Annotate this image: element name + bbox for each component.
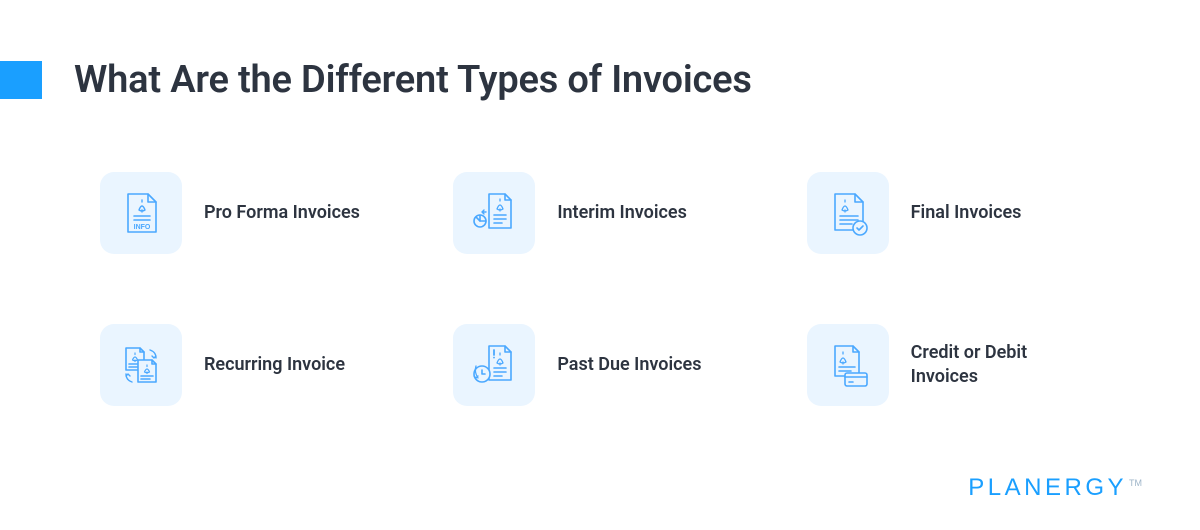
accent-bar [0,61,42,99]
invoice-clock-icon [453,324,535,406]
item-label: Pro Forma Invoices [204,201,360,225]
invoice-check-icon [807,172,889,254]
item-final: Final Invoices [807,172,1100,254]
brand-logo: PLANERGYTM [968,474,1142,502]
invoice-cycle-icon [100,324,182,406]
item-label: Credit or Debit Invoices [911,341,1071,390]
item-interim: Interim Invoices [453,172,746,254]
page-title: What Are the Different Types of Invoices [74,58,752,102]
item-past-due: Past Due Invoices [453,324,746,406]
invoice-card-icon [807,324,889,406]
header: What Are the Different Types of Invoices [0,0,1200,122]
svg-text:INFO: INFO [134,224,151,231]
item-label: Recurring Invoice [204,353,345,377]
item-label: Interim Invoices [557,201,687,225]
item-pro-forma: INFO Pro Forma Invoices [100,172,393,254]
item-recurring: Recurring Invoice [100,324,393,406]
item-credit-debit: Credit or Debit Invoices [807,324,1100,406]
invoice-piechart-icon [453,172,535,254]
item-label: Past Due Invoices [557,353,701,377]
item-label: Final Invoices [911,201,1022,225]
items-grid: INFO Pro Forma Invoices Interim Invoices [0,122,1200,406]
invoice-info-icon: INFO [100,172,182,254]
